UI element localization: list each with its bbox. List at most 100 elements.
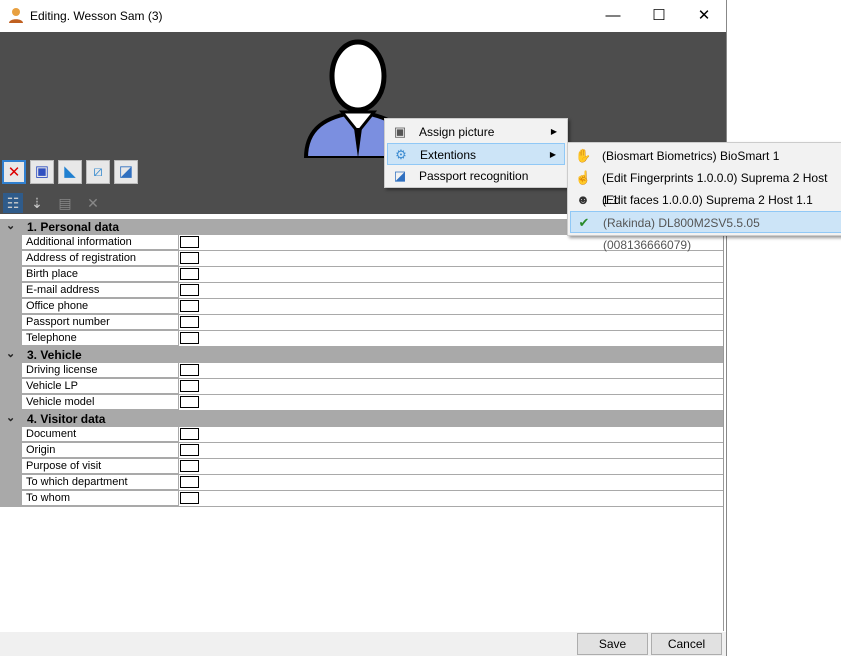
property-name: To which department [22, 475, 178, 490]
property-value[interactable] [179, 299, 723, 315]
property-value[interactable] [179, 395, 723, 411]
user-icon [9, 8, 23, 23]
save-button[interactable]: Save [577, 633, 648, 655]
property-name: E-mail address [22, 283, 178, 298]
property-value[interactable] [179, 475, 723, 491]
property-name: Address of registration [22, 251, 178, 266]
property-name: Vehicle model [22, 395, 178, 410]
property-value-box[interactable] [180, 460, 199, 472]
property-value-box[interactable] [180, 364, 199, 376]
category-row[interactable]: ⌄ 4. Visitor data [0, 411, 723, 427]
property-value[interactable] [179, 443, 723, 459]
scanner-button[interactable]: ◪ [114, 160, 138, 184]
submenu-item-biosmart[interactable]: ✋ (Biosmart Biometrics) BioSmart 1 [570, 145, 841, 167]
submenu-item-rakinda[interactable]: ✔ (Rakinda) DL800M2SV5.5.05 (008136666079… [570, 211, 841, 252]
submenu-arrow-icon: ▶ [550, 127, 557, 136]
property-value-box[interactable] [180, 268, 199, 280]
property-name: Origin [22, 443, 178, 458]
property-row[interactable]: Driving license [0, 363, 723, 379]
delete-button[interactable]: ✕ [83, 193, 103, 213]
submenu-arrow-icon: ▶ [549, 150, 556, 159]
crop-button[interactable]: ⧄ [86, 160, 110, 184]
submenu-item-faces[interactable]: ☻ (Edit faces 1.0.0.0) Suprema 2 Host 1.1 [570, 189, 841, 211]
property-value-box[interactable] [180, 300, 199, 312]
property-name: Additional information [22, 235, 178, 250]
category-title: 1. Personal data [27, 220, 120, 234]
property-value[interactable] [179, 379, 723, 395]
property-name: To whom [22, 491, 178, 506]
maximize-button[interactable]: ☐ [636, 0, 682, 32]
title-bar: Editing. Wesson Sam (3) — ☐ ✕ [0, 0, 726, 32]
cancel-button[interactable]: Cancel [651, 633, 722, 655]
property-name: Driving license [22, 363, 178, 378]
menu-item-extentions[interactable]: ⚙ Extentions ▶ [387, 143, 565, 165]
menu-item-assign-picture[interactable]: ▣ Assign picture ▶ [387, 121, 565, 143]
gear-icon: ⚙ [395, 147, 407, 162]
property-value-box[interactable] [180, 380, 199, 392]
property-row[interactable]: Vehicle LP [0, 379, 723, 395]
property-value-box[interactable] [180, 252, 199, 264]
property-value-box[interactable] [180, 236, 199, 248]
property-name: Purpose of visit [22, 459, 178, 474]
menu-item-passport-recognition[interactable]: ◪ Passport recognition [387, 165, 565, 187]
property-value[interactable] [179, 363, 723, 379]
category-title: 4. Visitor data [27, 412, 106, 426]
barcode-check-icon: ✔ [578, 215, 590, 230]
minimize-button[interactable]: — [590, 0, 636, 32]
fingerprint-icon: ☝ [575, 170, 592, 185]
hand-icon: ✋ [575, 148, 592, 163]
property-value[interactable] [179, 491, 723, 507]
property-row[interactable]: Office phone [0, 299, 723, 315]
property-value-box[interactable] [180, 316, 199, 328]
sort-alpha-button[interactable]: ⇣ [27, 193, 47, 213]
property-value[interactable] [179, 459, 723, 475]
property-row[interactable]: Telephone [0, 331, 723, 347]
property-value[interactable] [179, 315, 723, 331]
property-row[interactable]: Vehicle model [0, 395, 723, 411]
property-row[interactable]: E-mail address [0, 283, 723, 299]
property-pages-button[interactable]: ▤ [55, 193, 75, 213]
property-name: Document [22, 427, 178, 442]
close-button[interactable]: ✕ [681, 0, 727, 32]
categorized-button[interactable]: ☷ [3, 193, 23, 213]
property-value-box[interactable] [180, 428, 199, 440]
property-value-box[interactable] [180, 492, 199, 504]
property-row[interactable]: Document [0, 427, 723, 443]
property-grid: ⌄ 1. Personal data Additional information A… [0, 217, 724, 631]
property-name: Telephone [22, 331, 178, 346]
property-value-box[interactable] [180, 444, 199, 456]
property-row[interactable]: Purpose of visit [0, 459, 723, 475]
submenu-item-fingerprints[interactable]: ☝ (Edit Fingerprints 1.0.0.0) Suprema 2 H… [570, 167, 841, 207]
property-value[interactable] [179, 427, 723, 443]
property-row[interactable]: Origin [0, 443, 723, 459]
face-icon: ☻ [576, 192, 590, 207]
property-row[interactable]: Birth place [0, 267, 723, 283]
chevron-down-icon[interactable]: ⌄ [6, 347, 15, 360]
picture-button[interactable]: ▣ [30, 160, 54, 184]
property-name: Office phone [22, 299, 178, 314]
property-value[interactable] [179, 267, 723, 283]
photo-icon: ▣ [393, 124, 407, 139]
property-row[interactable]: Passport number [0, 315, 723, 331]
edit-window: Editing. Wesson Sam (3) — ☐ ✕ ✕ ▣ ◣ ⧄ ◪ … [0, 0, 727, 656]
property-row[interactable]: To which department [0, 475, 723, 491]
property-value-box[interactable] [180, 284, 199, 296]
property-value-box[interactable] [180, 476, 199, 488]
chevron-down-icon[interactable]: ⌄ [6, 219, 15, 232]
property-value[interactable] [179, 283, 723, 299]
property-name: Vehicle LP [22, 379, 178, 394]
property-value-box[interactable] [180, 396, 199, 408]
property-value-box[interactable] [180, 332, 199, 344]
delete-photo-button[interactable]: ✕ [2, 160, 26, 184]
property-value[interactable] [179, 331, 723, 347]
property-name: Birth place [22, 267, 178, 282]
property-name: Passport number [22, 315, 178, 330]
category-title: 3. Vehicle [27, 348, 82, 362]
window-title: Editing. Wesson Sam (3) [30, 9, 163, 23]
context-menu: ▣ Assign picture ▶ ⚙ Extentions ▶ ◪ Passpo… [384, 118, 568, 188]
scanner-icon: ◪ [393, 168, 407, 183]
category-row[interactable]: ⌄ 3. Vehicle [0, 347, 723, 363]
property-row[interactable]: To whom [0, 491, 723, 507]
camera-button[interactable]: ◣ [58, 160, 82, 184]
chevron-down-icon[interactable]: ⌄ [6, 411, 15, 424]
